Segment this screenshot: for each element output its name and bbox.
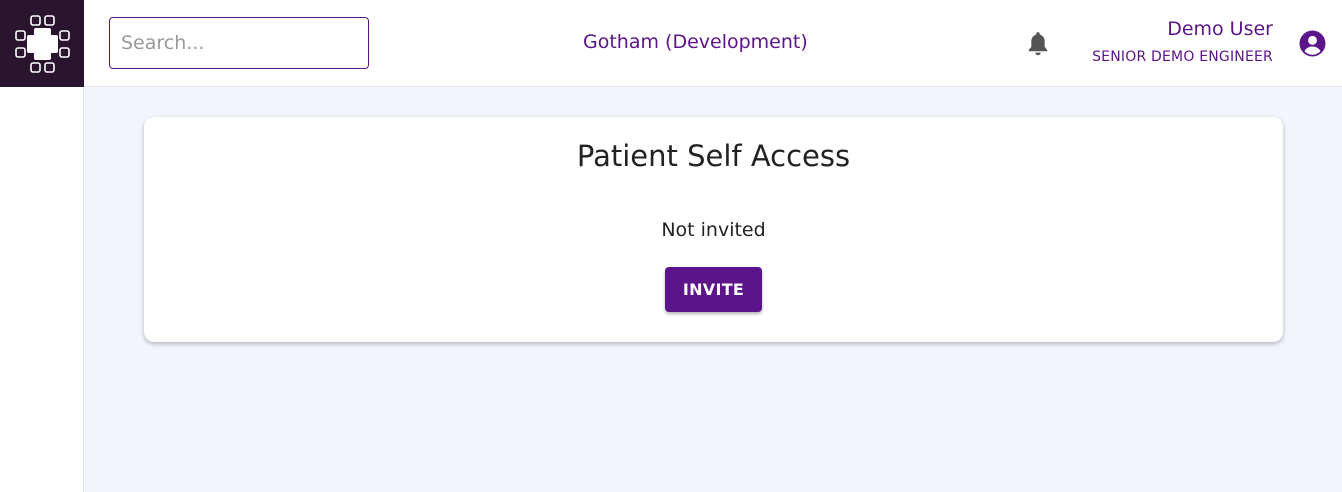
user-name[interactable]: Demo User xyxy=(1167,18,1273,40)
left-sidebar xyxy=(0,87,84,492)
user-role: SENIOR DEMO ENGINEER xyxy=(1092,49,1273,65)
medical-cross-logo-icon xyxy=(15,14,70,73)
app-logo[interactable] xyxy=(0,0,84,87)
top-header: Gotham (Development) Demo User SENIOR DE… xyxy=(0,0,1342,87)
invitation-status: Not invited xyxy=(661,219,766,241)
search-input[interactable] xyxy=(109,17,369,69)
user-circle-icon[interactable] xyxy=(1299,30,1326,57)
patient-self-access-card: Patient Self Access Not invited INVITE xyxy=(144,117,1283,342)
main-content: Patient Self Access Not invited INVITE xyxy=(84,87,1342,492)
invite-button[interactable]: INVITE xyxy=(665,267,762,312)
card-title: Patient Self Access xyxy=(576,139,851,173)
bell-icon[interactable] xyxy=(1025,30,1051,58)
app-root: Gotham (Development) Demo User SENIOR DE… xyxy=(0,0,1342,492)
organization-name: Gotham (Development) xyxy=(583,31,808,53)
